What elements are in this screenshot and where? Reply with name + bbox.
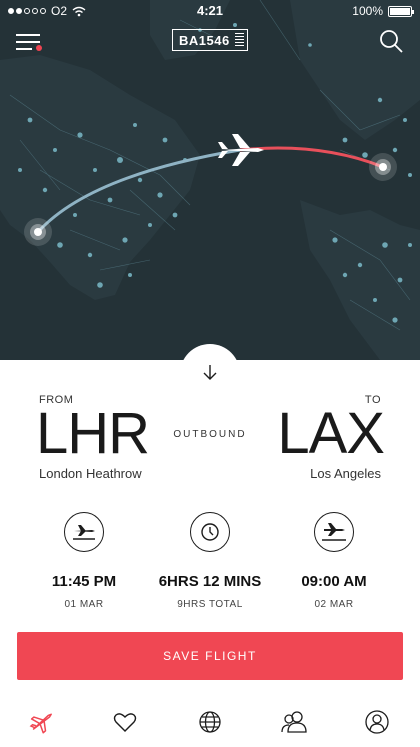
- landing-icon: [314, 512, 354, 552]
- menu-line: [16, 48, 32, 50]
- airplane-icon: [218, 134, 264, 166]
- notification-dot: [36, 45, 42, 51]
- clock-icon: [190, 512, 230, 552]
- tab-explore[interactable]: [196, 708, 224, 736]
- flight-duration: 6HRS 12 MINS: [158, 573, 262, 590]
- expand-details-button[interactable]: [180, 344, 240, 404]
- direction-label: OUTBOUND: [173, 429, 247, 440]
- tab-favourites[interactable]: [111, 708, 139, 736]
- people-icon: [281, 711, 307, 733]
- takeoff-icon: [64, 512, 104, 552]
- departure-date: 01 MAR: [64, 599, 104, 610]
- arrival-info: 09:00 AM 02 MAR: [264, 512, 404, 610]
- flight-number-badge[interactable]: BA1546: [172, 29, 248, 51]
- arrow-down-icon: [203, 365, 217, 380]
- flights-icon: [29, 713, 52, 734]
- status-bar: O2 4:21 100%: [0, 0, 420, 22]
- departure-time: 11:45 PM: [51, 573, 117, 590]
- search-button[interactable]: [378, 28, 404, 54]
- menu-line: [16, 34, 40, 36]
- flight-map[interactable]: O2 4:21 100% BA1546: [0, 0, 420, 360]
- top-navigation: BA1546: [0, 24, 420, 60]
- battery-percentage: 100%: [352, 4, 383, 18]
- globe-icon: [199, 711, 221, 733]
- tab-friends[interactable]: [280, 708, 308, 736]
- flight-number: BA1546: [179, 32, 230, 48]
- search-icon: [380, 30, 403, 53]
- tab-profile[interactable]: [363, 708, 391, 736]
- destination-city: Los Angeles: [310, 466, 381, 481]
- tab-flights[interactable]: [28, 708, 56, 736]
- menu-button[interactable]: [16, 30, 44, 52]
- departure-info: 11:45 PM 01 MAR: [14, 512, 154, 610]
- menu-line: [16, 41, 40, 43]
- save-flight-button[interactable]: SAVE FLIGHT: [17, 632, 403, 680]
- heart-icon: [113, 713, 137, 732]
- tab-bar: [0, 702, 420, 742]
- origin-city: London Heathrow: [39, 466, 142, 481]
- arrival-time: 09:00 AM: [301, 573, 367, 590]
- battery-icon: [388, 5, 414, 17]
- barcode-icon: [234, 33, 244, 47]
- duration-info: 6HRS 12 MINS 9HRS TOTAL: [140, 512, 280, 610]
- total-duration: 9HRS TOTAL: [177, 599, 243, 610]
- arrival-date: 02 MAR: [314, 599, 354, 610]
- profile-icon: [365, 710, 389, 734]
- route-remaining-line: [239, 146, 384, 169]
